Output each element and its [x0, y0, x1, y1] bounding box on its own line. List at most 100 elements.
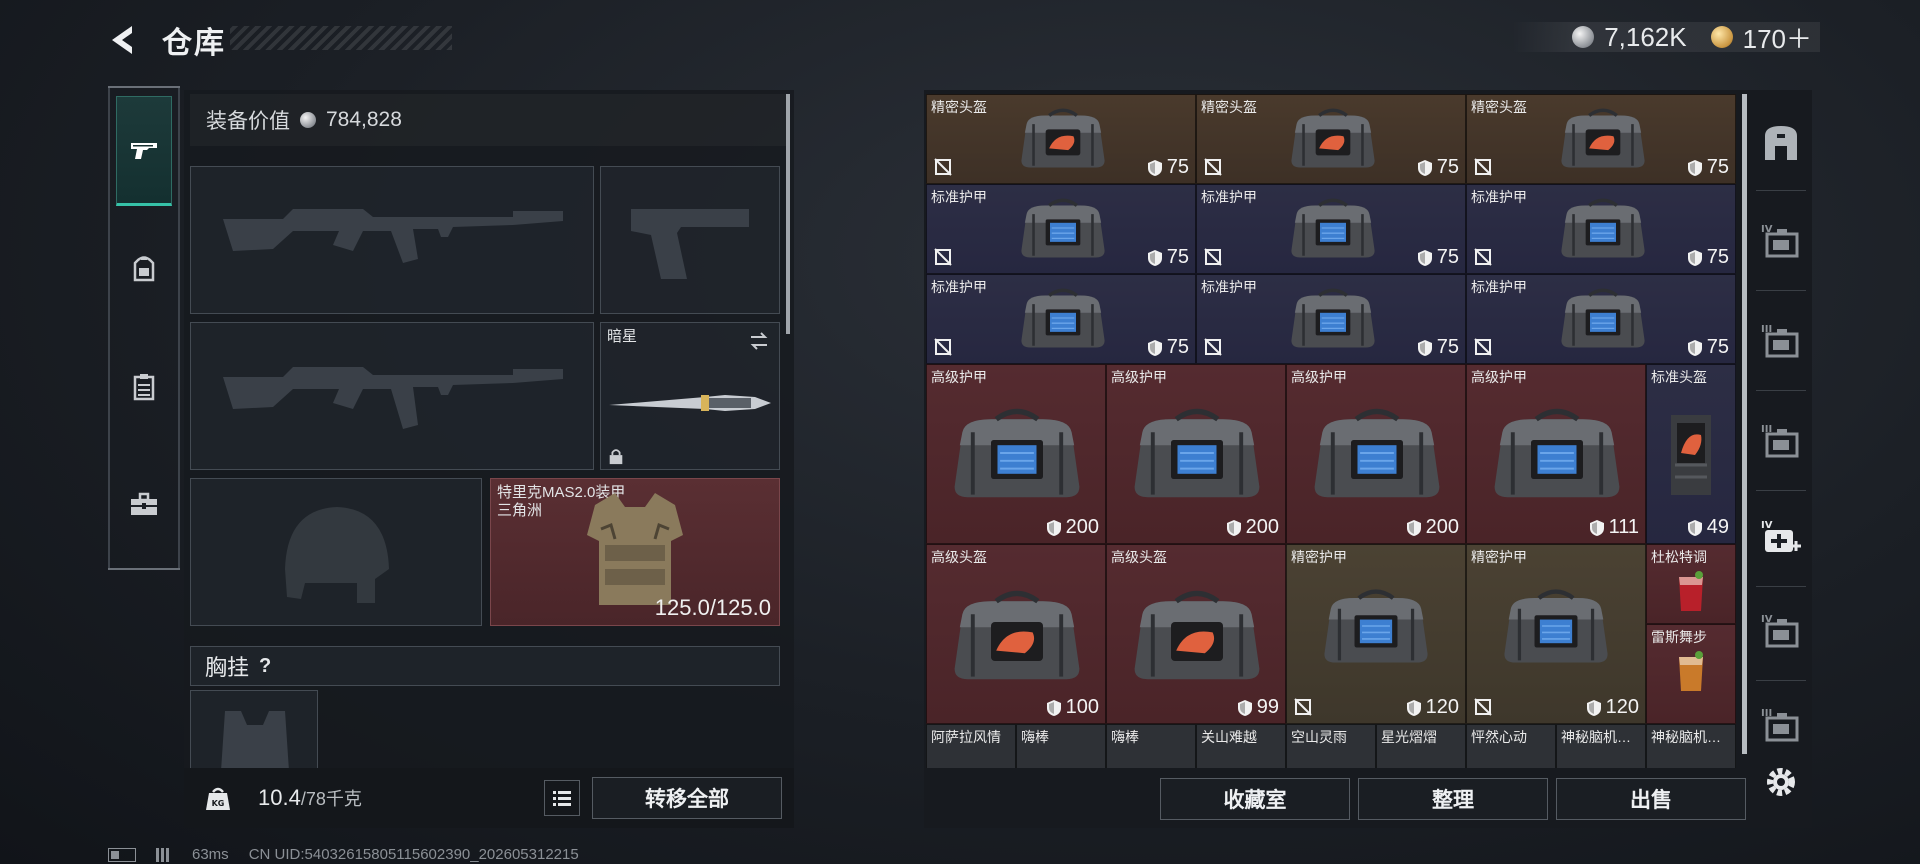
rail-divider — [1756, 290, 1806, 291]
ping: 63ms — [192, 846, 229, 863]
container-button[interactable]: III — [1756, 696, 1806, 756]
item-durability: 200 — [1406, 516, 1459, 539]
item-image — [1281, 283, 1385, 358]
item-durability: 120 — [1406, 696, 1459, 719]
tab-toolbox[interactable] — [116, 450, 172, 560]
battery-icon — [108, 847, 136, 862]
cocktail-icon — [1679, 571, 1703, 611]
helmet-slot[interactable] — [190, 478, 482, 626]
stash-item-small[interactable]: 怦然心动 — [1466, 724, 1556, 768]
settings-button[interactable] — [1756, 752, 1806, 812]
tab-chest-rig[interactable] — [116, 332, 172, 442]
stash-scrollbar[interactable] — [1742, 94, 1747, 754]
durability-value: 200 — [1065, 516, 1099, 538]
shield-icon — [1417, 249, 1432, 266]
stash-item-armor[interactable]: 标准护甲 75 — [1196, 274, 1466, 364]
melee-slot[interactable]: 暗星 — [600, 322, 780, 470]
stash-item-small[interactable]: 空山灵雨 — [1286, 724, 1376, 768]
sidearm-slot[interactable] — [600, 166, 780, 314]
shield-icon — [1687, 159, 1702, 176]
durability-value: 75 — [1436, 246, 1459, 268]
stash-item-helmet[interactable]: 精密头盔 75 — [1466, 94, 1736, 184]
stash-item-helmet[interactable]: 标准头盔 49 — [1646, 364, 1736, 544]
swap-icon[interactable] — [747, 329, 771, 353]
stash-item-armor[interactable]: 精密护甲 120 — [1466, 544, 1646, 724]
rail-divider — [1756, 490, 1806, 491]
stash-item-helmet[interactable]: 精密头盔 75 — [1196, 94, 1466, 184]
safe-box-icon — [1765, 126, 1797, 160]
stash-item-small[interactable]: 神秘脑机… — [1556, 724, 1646, 768]
stash-item-armor[interactable]: 标准护甲 75 — [926, 274, 1196, 364]
transfer-all-button[interactable]: 转移全部 — [592, 777, 782, 819]
item-name: 精密护甲 — [1471, 549, 1527, 565]
armor-subtitle: 三角洲 — [497, 502, 543, 519]
item-name: 杜松特调 — [1651, 549, 1707, 565]
stash-item-helmet[interactable]: 高级头盔 99 — [1106, 544, 1286, 724]
stash-item-armor[interactable]: 标准护甲 75 — [926, 184, 1196, 274]
stash-item-small[interactable]: 阿萨拉风情 — [926, 724, 1016, 768]
stash-item-small[interactable]: 神秘脑机… — [1646, 724, 1736, 768]
durability-value: 75 — [1436, 156, 1459, 178]
stash-item-armor[interactable]: 高级护甲 200 — [1106, 364, 1286, 544]
stash-item-drink[interactable]: 杜松特调 — [1646, 544, 1736, 624]
gold-balance[interactable]: 170＋ — [1743, 19, 1812, 56]
sort-button[interactable]: 整理 — [1358, 778, 1548, 820]
rail-divider — [1756, 680, 1806, 681]
tab-weapons[interactable] — [116, 96, 172, 206]
cocktail-icon — [1679, 651, 1703, 691]
body-armor-slot[interactable]: 特里克MAS2.0装甲 三角洲 125.0/125.0 — [490, 478, 780, 626]
container-button[interactable] — [1756, 112, 1806, 172]
helmet-case-icon — [954, 590, 1080, 680]
stash-item-small[interactable]: 嗨棒 — [1016, 724, 1106, 768]
durability-value: 75 — [1166, 156, 1189, 178]
chest-rig-slot[interactable] — [190, 690, 318, 780]
case-tier4b-icon: IV — [1761, 614, 1799, 648]
item-durability: 111 — [1589, 516, 1639, 539]
stash-item-helmet[interactable]: 精密头盔 75 — [926, 94, 1196, 184]
item-name: 怦然心动 — [1471, 729, 1527, 745]
container-button[interactable]: IV — [1756, 508, 1806, 568]
primary-weapon-slot[interactable] — [190, 166, 594, 314]
stash-item-small[interactable]: 星光熠熠 — [1376, 724, 1466, 768]
armor-case-icon — [1291, 288, 1375, 348]
secondary-weapon-slot[interactable] — [190, 322, 594, 470]
rail-divider — [1756, 190, 1806, 191]
item-image — [1011, 283, 1115, 358]
shield-icon — [1417, 339, 1432, 356]
stash-item-armor[interactable]: 精密护甲 120 — [1286, 544, 1466, 724]
stash-item-armor[interactable]: 高级护甲 111 — [1466, 364, 1646, 544]
pistol-silhouette-icon — [631, 209, 749, 279]
durability-value: 200 — [1425, 516, 1459, 538]
item-image — [1281, 193, 1385, 268]
stash-item-small[interactable]: 嗨棒 — [1106, 724, 1196, 768]
item-durability: 200 — [1226, 516, 1279, 539]
help-icon[interactable]: ? — [259, 655, 271, 678]
stash-item-drink[interactable]: 雷斯舞步 — [1646, 624, 1736, 724]
item-image — [1281, 103, 1385, 178]
list-view-button[interactable] — [544, 780, 580, 816]
stash-item-small[interactable]: 关山难越 — [1196, 724, 1286, 768]
tab-backpack[interactable] — [116, 214, 172, 324]
container-button[interactable]: III — [1756, 412, 1806, 472]
container-button[interactable]: IV — [1756, 602, 1806, 662]
tier-label: III — [1761, 708, 1772, 719]
shield-icon — [1237, 699, 1252, 716]
stash-item-armor[interactable]: 高级护甲 200 — [926, 364, 1106, 544]
stash-item-armor[interactable]: 标准护甲 75 — [1196, 184, 1466, 274]
stash-item-armor[interactable]: 高级护甲 200 — [1286, 364, 1466, 544]
stash-item-armor[interactable]: 标准护甲 75 — [1466, 184, 1736, 274]
container-button[interactable]: IV — [1756, 212, 1806, 272]
stash-item-armor[interactable]: 标准护甲 75 — [1466, 274, 1736, 364]
knife-icon — [609, 395, 771, 411]
equipment-scrollbar[interactable] — [786, 94, 790, 334]
back-button[interactable] — [104, 20, 144, 60]
item-name: 神秘脑机… — [1651, 729, 1721, 745]
collection-room-button[interactable]: 收藏室 — [1160, 778, 1350, 820]
item-durability: 75 — [1417, 336, 1459, 359]
container-button[interactable]: III — [1756, 312, 1806, 372]
item-name: 关山难越 — [1201, 729, 1257, 745]
chevron-left-icon — [112, 26, 132, 54]
item-durability: 100 — [1046, 696, 1099, 719]
sell-button[interactable]: 出售 — [1556, 778, 1746, 820]
stash-item-helmet[interactable]: 高级头盔 100 — [926, 544, 1106, 724]
